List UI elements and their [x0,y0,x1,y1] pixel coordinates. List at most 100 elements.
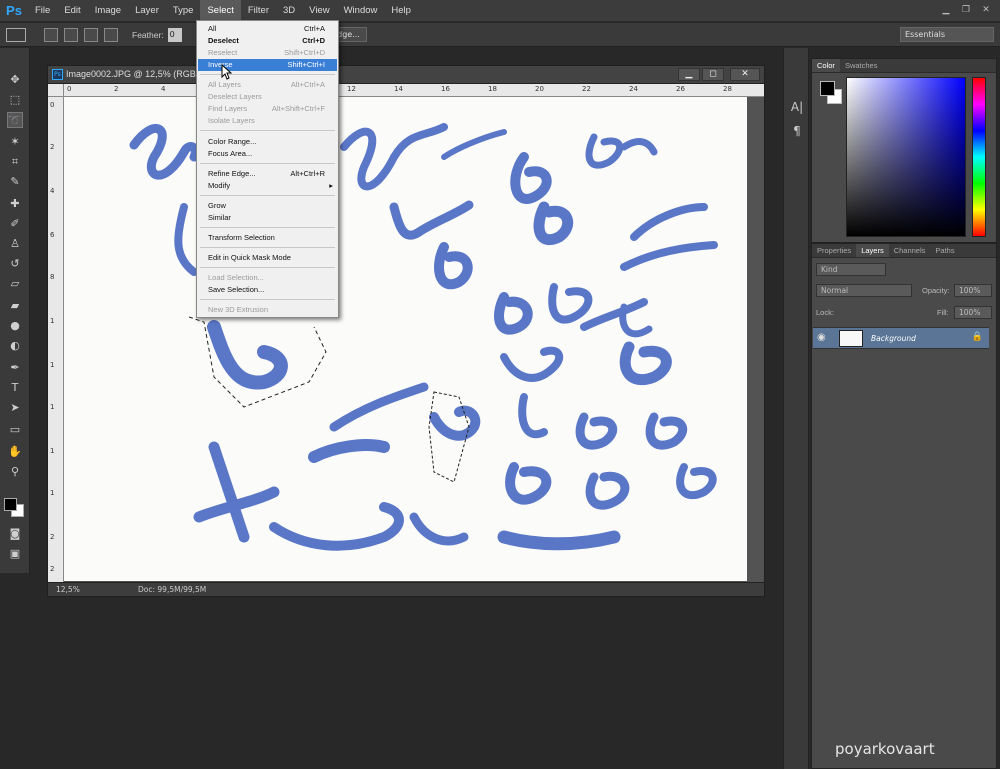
color-field[interactable] [846,77,966,237]
photoshop-window: Ps File Edit Image Layer Type Select Fil… [0,0,1000,769]
tab-swatches[interactable]: Swatches [840,59,883,72]
menu-item-load-selection[interactable]: Load Selection... [198,272,337,284]
menu-item-new-3d-extrusion[interactable]: New 3D Extrusion [198,304,337,316]
menu-item-all-layers[interactable]: All Layers Alt+Ctrl+A [198,79,337,91]
lasso-tool-icon[interactable]: ➰ [7,112,23,128]
path-selection-icon[interactable]: ➤ [7,400,23,416]
doc-minimize-icon[interactable]: ▁ [678,68,700,81]
tab-channels[interactable]: Channels [889,244,931,257]
panel-dock-strip: A| ¶ [783,48,809,769]
intersect-selection-icon[interactable] [104,27,118,42]
menu-window[interactable]: Window [337,0,385,22]
blur-tool-icon[interactable]: ● [7,318,23,334]
paragraph-panel-icon[interactable]: ¶ [789,124,805,140]
menu-item-find-layers[interactable]: Find Layers Alt+Shift+Ctrl+F [198,103,337,115]
canvas-area[interactable] [64,97,764,582]
menu-item-color-range[interactable]: Color Range... [198,136,337,148]
doc-maximize-icon[interactable]: ◻ [702,68,724,81]
zoom-tool-icon[interactable]: ⚲ [7,464,23,480]
menu-view[interactable]: View [302,0,336,22]
opacity-input[interactable]: 100% [954,284,992,297]
menu-item-similar[interactable]: Similar [198,212,337,224]
tab-layers[interactable]: Layers [856,244,889,257]
pen-tool-icon[interactable]: ✒ [7,360,23,376]
menu-type[interactable]: Type [166,0,201,22]
subtract-selection-icon[interactable] [84,27,98,42]
visibility-eye-icon[interactable]: ◉ [817,332,826,343]
menu-item-label: Edit in Quick Mask Mode [208,253,291,262]
menu-item-save-selection[interactable]: Save Selection... [198,284,337,296]
eraser-icon[interactable]: ▱ [7,276,23,292]
quick-mask-icon[interactable]: ◙ [7,526,23,542]
ruler-tick: 1 [50,361,55,369]
layer-row[interactable]: ◉ Background 🔒 [813,327,989,349]
menu-item-grow[interactable]: Grow [198,200,337,212]
tab-paths[interactable]: Paths [930,244,959,257]
add-selection-icon[interactable] [64,27,78,42]
menu-item-deselect[interactable]: Deselect Ctrl+D [198,35,337,47]
fill-input[interactable]: 100% [954,306,992,319]
menu-item-focus-area[interactable]: Focus Area... [198,148,337,160]
menu-file[interactable]: File [28,0,57,22]
new-selection-icon[interactable] [44,27,58,42]
rectangle-tool-icon[interactable]: ▭ [7,422,23,438]
menu-item-deselect-layers[interactable]: Deselect Layers [198,91,337,103]
tab-color[interactable]: Color [812,59,840,72]
menu-help[interactable]: Help [384,0,418,22]
canvas[interactable] [64,97,747,581]
document-tab[interactable]: Ps Image0002.JPG @ 12,5% (RGB/8 ▁ ◻ ✕ [48,66,764,84]
workspace-select[interactable]: Essentials [900,27,994,42]
minimize-icon[interactable]: ▁ [938,3,954,17]
menu-select[interactable]: Select [200,0,241,22]
layer-name[interactable]: Background [871,334,916,343]
horizontal-ruler[interactable]: 0 2 4 6 8 10 12 14 16 18 20 22 24 26 28 [64,84,764,97]
gradient-tool-icon[interactable]: ▰ [7,298,23,314]
tab-properties[interactable]: Properties [812,244,856,257]
clone-stamp-icon[interactable]: ♙ [7,236,23,252]
dodge-tool-icon[interactable]: ◐ [7,338,23,354]
menu-item-transform-selection[interactable]: Transform Selection [198,232,337,244]
menu-3d[interactable]: 3D [276,0,302,22]
menu-item-all[interactable]: All Ctrl+A [198,23,337,35]
marquee-tool-icon[interactable]: ⬚ [7,92,23,108]
brush-tool-icon[interactable]: ✐ [7,216,23,232]
menu-item-inverse[interactable]: Inverse Shift+Ctrl+I [198,59,337,71]
foreground-color-swatch[interactable] [4,498,17,511]
type-tool-icon[interactable]: T [7,380,23,396]
vertical-ruler[interactable]: 0 2 4 6 8 1 1 1 1 1 2 2 [48,97,64,582]
menu-layer[interactable]: Layer [128,0,166,22]
ruler-corner[interactable] [48,84,64,97]
character-panel-icon[interactable]: A| [789,100,805,116]
blend-mode-select[interactable]: Normal [816,284,912,297]
menu-item-label: Similar [208,213,231,222]
eyedropper-icon[interactable]: ✎ [7,174,23,190]
window-controls: ▁ ❐ ✕ [938,3,994,17]
panel-foreground-swatch[interactable] [820,81,835,96]
menu-image[interactable]: Image [88,0,128,22]
move-tool-icon[interactable]: ✥ [7,72,23,88]
lasso-preset-icon[interactable] [6,27,26,42]
menu-item-isolate-layers[interactable]: Isolate Layers [198,115,337,127]
hand-tool-icon[interactable]: ✋ [7,444,23,460]
lock-icon[interactable]: 🔒 [972,332,983,342]
history-brush-icon[interactable]: ↺ [7,256,23,272]
menu-item-refine-edge[interactable]: Refine Edge... Alt+Ctrl+R [198,168,337,180]
close-icon[interactable]: ✕ [978,3,994,17]
feather-input[interactable]: 0 [167,27,182,42]
menu-item-reselect[interactable]: Reselect Shift+Ctrl+D [198,47,337,59]
healing-brush-icon[interactable]: ✚ [7,196,23,212]
zoom-level[interactable]: 12,5% [56,585,80,594]
status-bar: 12,5% Doc: 99,5M/99,5M [48,582,764,596]
crop-tool-icon[interactable]: ⌗ [7,154,23,170]
magic-wand-icon[interactable]: ✶ [7,134,23,150]
menu-item-modify[interactable]: Modify ▸ [198,180,337,192]
restore-icon[interactable]: ❐ [958,3,974,17]
menu-edit[interactable]: Edit [57,0,87,22]
screen-mode-icon[interactable]: ▣ [7,546,23,562]
layer-filter-kind[interactable]: Kind [816,263,886,276]
doc-close-icon[interactable]: ✕ [730,68,760,81]
menu-item-label: Reselect [208,48,238,57]
hue-slider[interactable] [972,77,986,237]
menu-filter[interactable]: Filter [241,0,276,22]
menu-item-quick-mask[interactable]: Edit in Quick Mask Mode [198,252,337,264]
